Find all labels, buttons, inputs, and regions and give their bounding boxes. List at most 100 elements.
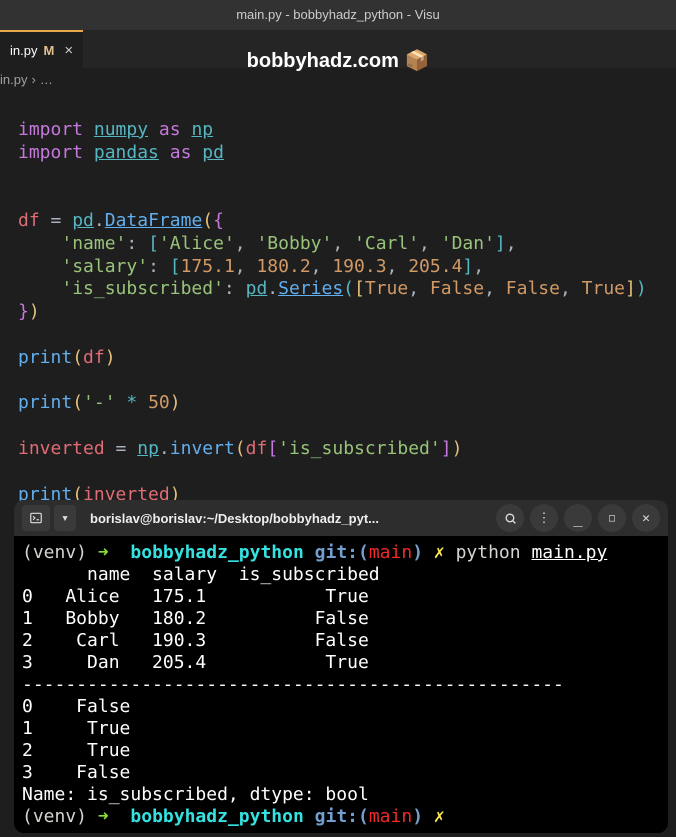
keyword: as — [170, 142, 192, 163]
variable: inverted — [18, 438, 105, 459]
paren: ( — [72, 392, 83, 413]
terminal-window: ▾ borislav@borislav:~/Desktop/bobbyhadz_… — [14, 500, 668, 833]
minimize-icon: _ — [573, 514, 583, 522]
string: 'Dan' — [441, 233, 495, 254]
search-icon — [504, 512, 517, 525]
output-row: 1 Bobby 180.2 False — [22, 608, 369, 629]
cmd-file: main.py — [531, 542, 607, 563]
colon: : — [148, 256, 159, 277]
number: 175.1 — [181, 256, 235, 277]
tab-modified-marker: M — [43, 43, 54, 58]
punct: . — [159, 438, 170, 459]
bracket: [ — [354, 278, 365, 299]
terminal-titlebar[interactable]: ▾ borislav@borislav:~/Desktop/bobbyhadz_… — [14, 500, 668, 536]
terminal-right-buttons: ⋮ _ □ ✕ — [496, 504, 660, 532]
variable: df — [246, 438, 268, 459]
string: 'is_subscribed' — [278, 438, 441, 459]
brace: { — [213, 210, 224, 231]
string: '-' — [83, 392, 116, 413]
paren: ( — [343, 278, 354, 299]
bracket: ] — [495, 233, 506, 254]
prompt-venv: (venv) — [22, 806, 87, 827]
bracket: ] — [441, 438, 452, 459]
terminal-body[interactable]: (venv) ➜ bobbyhadz_python git:(main) ✗ p… — [14, 536, 668, 833]
breadcrumb[interactable]: in.py›… — [0, 68, 676, 92]
comma: , — [506, 233, 517, 254]
prompt-git: git:( — [315, 806, 369, 827]
comma: , — [419, 233, 430, 254]
breadcrumb-more: … — [40, 72, 53, 87]
paren: ( — [235, 438, 246, 459]
output-header: name salary is_subscribed — [22, 564, 380, 585]
breadcrumb-file: in.py — [0, 72, 27, 87]
output-inv-row: 2 True — [22, 740, 130, 761]
maximize-button[interactable]: □ — [598, 504, 626, 532]
output-dtype: Name: is_subscribed, dtype: bool — [22, 784, 369, 805]
string: 'name' — [61, 233, 126, 254]
menu-button[interactable]: ⋮ — [530, 504, 558, 532]
tab-filename: in.py — [10, 43, 37, 58]
brace: } — [18, 301, 29, 322]
prompt-arrow: ➜ — [98, 542, 109, 563]
operator: = — [116, 438, 127, 459]
bracket: ] — [462, 256, 473, 277]
bool: True — [365, 278, 408, 299]
keyword: import — [18, 119, 83, 140]
cmd-python: python — [456, 542, 521, 563]
string: 'Bobby' — [256, 233, 332, 254]
minimize-button[interactable]: _ — [564, 504, 592, 532]
output-divider: ----------------------------------------… — [22, 674, 564, 695]
output-row: 0 Alice 175.1 True — [22, 586, 369, 607]
module-ref: np — [137, 438, 159, 459]
module-ref: pd — [246, 278, 268, 299]
prompt-dir: bobbyhadz_python — [130, 806, 303, 827]
terminal-title: borislav@borislav:~/Desktop/bobbyhadz_py… — [84, 511, 488, 526]
number: 50 — [148, 392, 170, 413]
number: 190.3 — [332, 256, 386, 277]
number: 205.4 — [408, 256, 462, 277]
editor-tab-main[interactable]: in.py M × — [0, 30, 83, 68]
close-icon[interactable]: × — [64, 42, 73, 59]
code-editor[interactable]: import numpy as np import pandas as pd d… — [0, 92, 676, 506]
paren: ) — [105, 347, 116, 368]
terminal-left-buttons: ▾ — [22, 505, 76, 531]
colon: : — [126, 233, 137, 254]
output-row: 3 Dan 205.4 True — [22, 652, 369, 673]
comma: , — [332, 233, 343, 254]
operator: = — [51, 210, 62, 231]
search-button[interactable] — [496, 504, 524, 532]
comma: , — [484, 278, 495, 299]
output-row: 2 Carl 190.3 False — [22, 630, 369, 651]
prompt-arrow: ➜ — [98, 806, 109, 827]
prompt-venv: (venv) — [22, 542, 87, 563]
bool: False — [506, 278, 560, 299]
paren: ) — [636, 278, 647, 299]
new-tab-button[interactable] — [22, 505, 50, 531]
string: 'is_subscribed' — [61, 278, 224, 299]
output-inv-row: 3 False — [22, 762, 130, 783]
module-ref: pd — [72, 210, 94, 231]
func-call: print — [18, 392, 72, 413]
bool: False — [430, 278, 484, 299]
prompt-dir: bobbyhadz_python — [130, 542, 303, 563]
paren: ( — [202, 210, 213, 231]
comma: , — [387, 256, 398, 277]
class-call: DataFrame — [105, 210, 203, 231]
punct: . — [267, 278, 278, 299]
module: numpy — [94, 119, 148, 140]
punct: . — [94, 210, 105, 231]
variable: df — [83, 347, 105, 368]
tab-dropdown-button[interactable]: ▾ — [54, 505, 76, 531]
module: pandas — [94, 142, 159, 163]
func-call: invert — [170, 438, 235, 459]
prompt-dirty: ✗ — [434, 542, 445, 563]
variable: df — [18, 210, 40, 231]
paren: ( — [72, 347, 83, 368]
comma: , — [560, 278, 571, 299]
window-title-bar: main.py - bobbyhadz_python - Visu — [0, 0, 676, 30]
paren: ) — [170, 392, 181, 413]
chevron-down-icon: ▾ — [61, 511, 69, 526]
window-title: main.py - bobbyhadz_python - Visu — [236, 7, 440, 22]
close-button[interactable]: ✕ — [632, 504, 660, 532]
number: 180.2 — [256, 256, 310, 277]
